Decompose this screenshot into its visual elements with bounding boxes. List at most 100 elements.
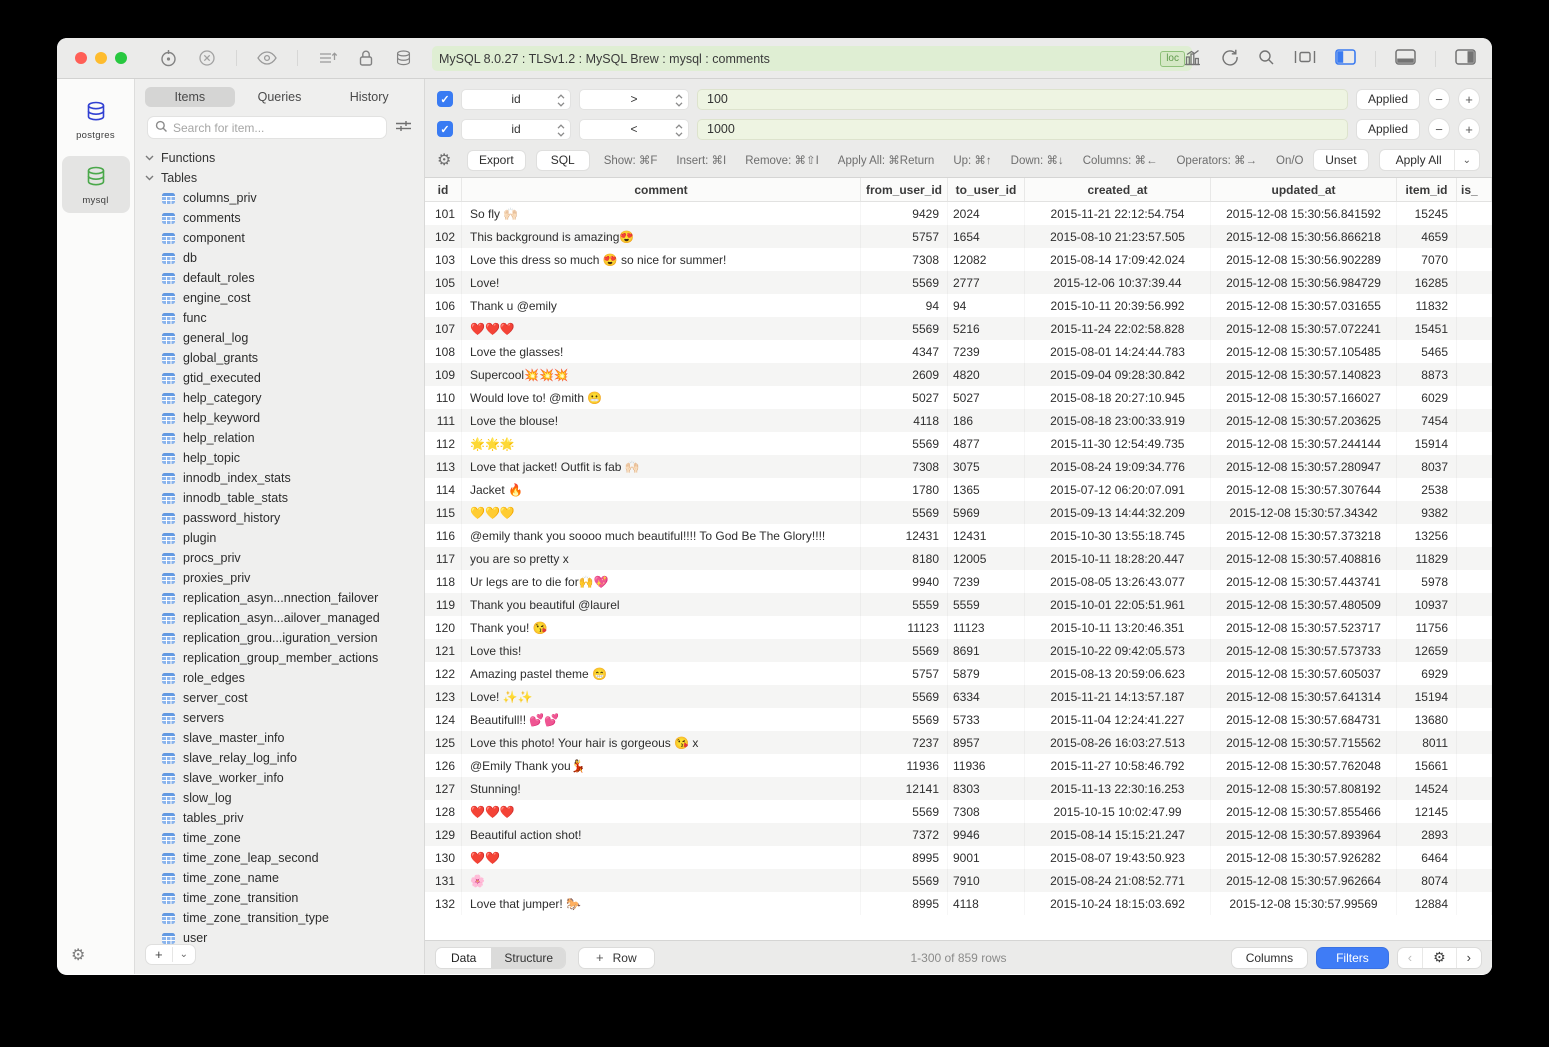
- cell-comment[interactable]: Love that jacket! Outfit is fab 🙌🏻: [462, 455, 861, 478]
- sidebar-table-general_log[interactable]: general_log: [135, 328, 424, 348]
- cell-id[interactable]: 118: [425, 570, 462, 593]
- cell-id[interactable]: 105: [425, 271, 462, 294]
- table-row[interactable]: 121Love this!556986912015-10-22 09:42:05…: [425, 639, 1492, 662]
- cell-is_[interactable]: [1457, 685, 1492, 708]
- cell-is_[interactable]: [1457, 524, 1492, 547]
- cell-item_id[interactable]: 6029: [1397, 386, 1457, 409]
- cell-from_user_id[interactable]: 5569: [861, 432, 948, 455]
- filter-value-input[interactable]: [697, 119, 1348, 140]
- cell-comment[interactable]: Love this dress so much 😍 so nice for su…: [462, 248, 861, 271]
- cell-comment[interactable]: This background is amazing😍: [462, 225, 861, 248]
- cell-id[interactable]: 116: [425, 524, 462, 547]
- cell-is_[interactable]: [1457, 823, 1492, 846]
- table-row[interactable]: 117you are so pretty x8180120052015-10-1…: [425, 547, 1492, 570]
- cell-item_id[interactable]: 7454: [1397, 409, 1457, 432]
- columns-button[interactable]: Columns: [1231, 947, 1308, 969]
- cell-comment[interactable]: Supercool💥💥💥: [462, 363, 861, 386]
- cell-from_user_id[interactable]: 1780: [861, 478, 948, 501]
- cell-created_at[interactable]: 2015-08-14 17:09:42.024: [1025, 248, 1211, 271]
- sidebar-table-db[interactable]: db: [135, 248, 424, 268]
- cell-item_id[interactable]: 11829: [1397, 547, 1457, 570]
- disconnect-icon[interactable]: [198, 49, 216, 67]
- cell-is_[interactable]: [1457, 731, 1492, 754]
- cell-created_at[interactable]: 2015-11-04 12:24:41.227: [1025, 708, 1211, 731]
- cell-id[interactable]: 120: [425, 616, 462, 639]
- section-functions[interactable]: Functions: [135, 148, 424, 168]
- cell-from_user_id[interactable]: 12141: [861, 777, 948, 800]
- cell-from_user_id[interactable]: 9429: [861, 202, 948, 225]
- cell-updated_at[interactable]: 2015-12-08 15:30:56.902289: [1211, 248, 1397, 271]
- cell-item_id[interactable]: 11832: [1397, 294, 1457, 317]
- cell-created_at[interactable]: 2015-11-21 22:12:54.754: [1025, 202, 1211, 225]
- cell-is_[interactable]: [1457, 547, 1492, 570]
- cell-is_[interactable]: [1457, 708, 1492, 731]
- cell-to_user_id[interactable]: 1654: [948, 225, 1025, 248]
- search-input[interactable]: [173, 121, 379, 135]
- cell-from_user_id[interactable]: 5569: [861, 317, 948, 340]
- cell-id[interactable]: 119: [425, 593, 462, 616]
- cell-from_user_id[interactable]: 11936: [861, 754, 948, 777]
- cell-is_[interactable]: [1457, 432, 1492, 455]
- cell-comment[interactable]: 💛💛💛: [462, 501, 861, 524]
- add-row-button[interactable]: + Row: [578, 947, 655, 969]
- toggle-bottom-panel-icon[interactable]: [1395, 49, 1416, 68]
- cell-updated_at[interactable]: 2015-12-08 15:30:57.808192: [1211, 777, 1397, 800]
- cell-is_[interactable]: [1457, 570, 1492, 593]
- cell-item_id[interactable]: 13256: [1397, 524, 1457, 547]
- cell-from_user_id[interactable]: 7308: [861, 455, 948, 478]
- cell-to_user_id[interactable]: 6334: [948, 685, 1025, 708]
- cell-id[interactable]: 109: [425, 363, 462, 386]
- cell-comment[interactable]: Love!: [462, 271, 861, 294]
- cell-updated_at[interactable]: 2015-12-08 15:30:57.480509: [1211, 593, 1397, 616]
- cell-comment[interactable]: @emily thank you soooo much beautiful!!!…: [462, 524, 861, 547]
- filter-sliders-icon[interactable]: [395, 119, 412, 136]
- filter-operator-select[interactable]: <: [579, 119, 689, 140]
- cell-is_[interactable]: [1457, 777, 1492, 800]
- cell-to_user_id[interactable]: 5216: [948, 317, 1025, 340]
- table-row[interactable]: 103Love this dress so much 😍 so nice for…: [425, 248, 1492, 271]
- cell-to_user_id[interactable]: 5969: [948, 501, 1025, 524]
- sidebar-table-time_zone_name[interactable]: time_zone_name: [135, 868, 424, 888]
- cell-updated_at[interactable]: 2015-12-08 15:30:57.280947: [1211, 455, 1397, 478]
- cell-id[interactable]: 128: [425, 800, 462, 823]
- sidebar-table-replication_asyn...nnection_failover[interactable]: replication_asyn...nnection_failover: [135, 588, 424, 608]
- cell-from_user_id[interactable]: 7308: [861, 248, 948, 271]
- cell-is_[interactable]: [1457, 501, 1492, 524]
- connection-mysql[interactable]: mysql: [62, 156, 130, 213]
- database-icon[interactable]: [394, 49, 413, 68]
- cell-item_id[interactable]: 6929: [1397, 662, 1457, 685]
- cell-updated_at[interactable]: 2015-12-08 15:30:57.893964: [1211, 823, 1397, 846]
- cell-to_user_id[interactable]: 11936: [948, 754, 1025, 777]
- cell-item_id[interactable]: 15661: [1397, 754, 1457, 777]
- table-row[interactable]: 110Would love to! @mith 😬502750272015-08…: [425, 386, 1492, 409]
- cell-id[interactable]: 121: [425, 639, 462, 662]
- sidebar-table-tables_priv[interactable]: tables_priv: [135, 808, 424, 828]
- cell-created_at[interactable]: 2015-10-24 18:15:03.692: [1025, 892, 1211, 915]
- table-row[interactable]: 102This background is amazing😍5757165420…: [425, 225, 1492, 248]
- sidebar-table-time_zone[interactable]: time_zone: [135, 828, 424, 848]
- cell-from_user_id[interactable]: 8995: [861, 892, 948, 915]
- cell-to_user_id[interactable]: 8303: [948, 777, 1025, 800]
- cell-item_id[interactable]: 6464: [1397, 846, 1457, 869]
- cell-item_id[interactable]: 12884: [1397, 892, 1457, 915]
- cell-comment[interactable]: Beautifull!! 💕💕: [462, 708, 861, 731]
- cell-id[interactable]: 108: [425, 340, 462, 363]
- column-header-to_user_id[interactable]: to_user_id: [948, 178, 1025, 201]
- cell-is_[interactable]: [1457, 363, 1492, 386]
- filter-column-select[interactable]: id: [461, 119, 571, 140]
- filter-applied-button[interactable]: Applied: [1356, 89, 1420, 110]
- tab-queries[interactable]: Queries: [235, 87, 325, 107]
- cell-comment[interactable]: Love this photo! Your hair is gorgeous 😘…: [462, 731, 861, 754]
- sidebar-table-time_zone_transition[interactable]: time_zone_transition: [135, 888, 424, 908]
- sidebar-table-replication_group_member_actions[interactable]: replication_group_member_actions: [135, 648, 424, 668]
- cell-to_user_id[interactable]: 7308: [948, 800, 1025, 823]
- cell-updated_at[interactable]: 2015-12-08 15:30:57.573733: [1211, 639, 1397, 662]
- cell-created_at[interactable]: 2015-08-05 13:26:43.077: [1025, 570, 1211, 593]
- cell-to_user_id[interactable]: 7910: [948, 869, 1025, 892]
- refresh-icon[interactable]: [1221, 48, 1239, 69]
- sidebar-table-engine_cost[interactable]: engine_cost: [135, 288, 424, 308]
- cell-created_at[interactable]: 2015-09-13 14:44:32.209: [1025, 501, 1211, 524]
- cell-to_user_id[interactable]: 12082: [948, 248, 1025, 271]
- cell-comment[interactable]: Thank u @emily: [462, 294, 861, 317]
- cell-comment[interactable]: @Emily Thank you💃: [462, 754, 861, 777]
